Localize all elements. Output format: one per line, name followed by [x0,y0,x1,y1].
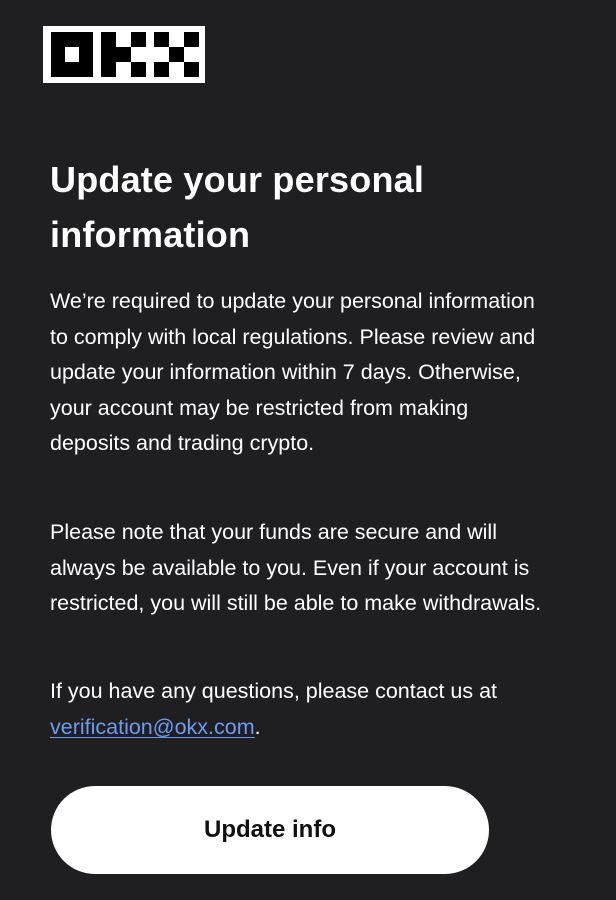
contact-suffix: . [254,714,261,739]
update-info-button[interactable]: Update info [51,786,489,874]
page-title: Update your personal information [50,159,425,255]
okx-logo-icon [43,26,205,83]
email-page: Update your personal information We’re r… [0,0,616,900]
contact-paragraph: If you have any questions, please contac… [50,674,550,745]
contact-text: If you have any questions, please contac… [50,679,498,703]
support-email-link[interactable]: verification@okx.com [50,715,255,739]
funds-secure-paragraph: Please note that your funds are secure a… [50,520,542,615]
notice-paragraph: We’re required to update your personal i… [50,289,536,455]
